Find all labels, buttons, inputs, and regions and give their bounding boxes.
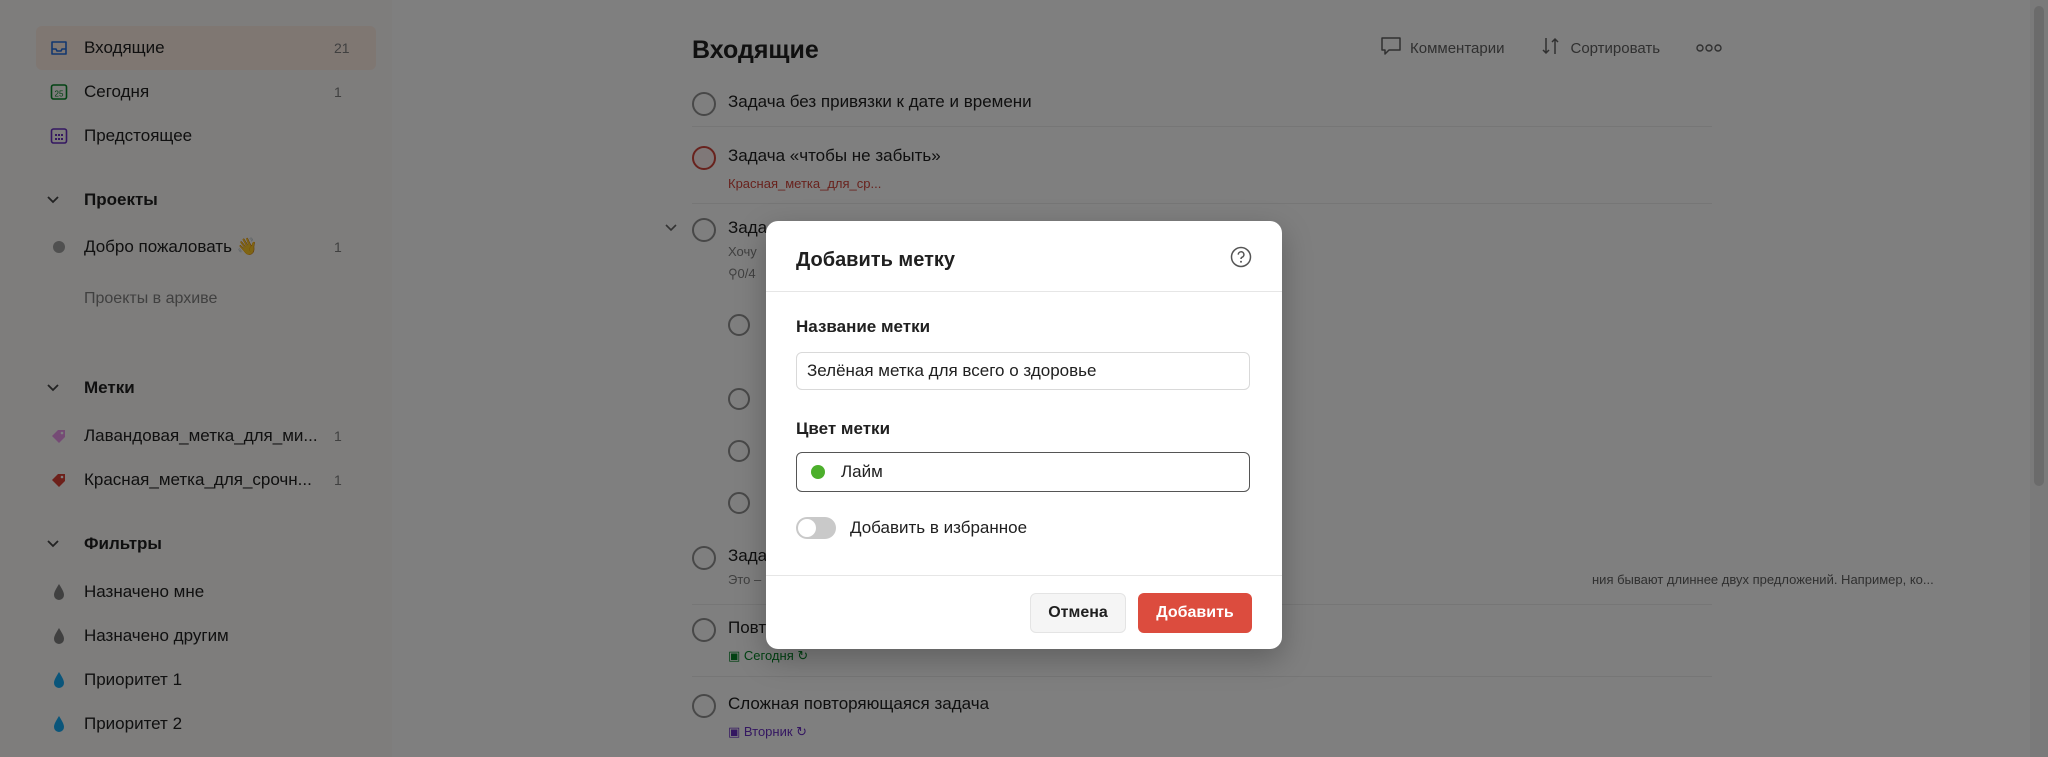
- dialog-title: Добавить метку: [796, 249, 956, 271]
- add-label-dialog: Добавить метку Название метки Цвет метки…: [766, 221, 1282, 649]
- label-color-select[interactable]: Лайм: [796, 452, 1250, 492]
- help-icon[interactable]: [1230, 246, 1252, 268]
- add-button[interactable]: Добавить: [1138, 593, 1252, 633]
- toggle-knob: [798, 519, 816, 537]
- label-name-input[interactable]: [796, 352, 1250, 390]
- cancel-button[interactable]: Отмена: [1030, 593, 1126, 633]
- favorite-toggle[interactable]: [796, 517, 836, 539]
- label-color-heading: Цвет метки: [796, 419, 891, 438]
- dialog-header: Добавить метку: [766, 221, 1282, 292]
- favorite-toggle-label: Добавить в избранное: [850, 518, 1028, 537]
- dialog-footer-divider: [766, 575, 1282, 576]
- favorite-toggle-row[interactable]: Добавить в избранное: [796, 517, 1027, 539]
- color-swatch-icon: [811, 465, 825, 479]
- color-select-value: Лайм: [841, 462, 883, 481]
- label-name-heading: Название метки: [796, 317, 931, 336]
- app-window: Входящие 21 25 Сегодня 1 Предстоящее Про…: [0, 0, 2048, 757]
